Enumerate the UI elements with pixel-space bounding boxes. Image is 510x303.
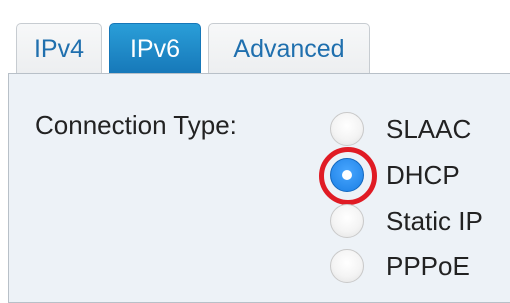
static-ip-radio[interactable] — [330, 204, 364, 238]
dhcp-radio[interactable] — [319, 147, 377, 205]
slaac-radio[interactable] — [330, 112, 364, 146]
tab-bar: IPv4 IPv6 Advanced — [0, 0, 510, 75]
option-slaac[interactable]: SLAAC — [330, 109, 510, 149]
option-static-ip[interactable]: Static IP — [330, 201, 510, 241]
tab-ipv4[interactable]: IPv4 — [16, 23, 102, 75]
slaac-label: SLAAC — [386, 113, 472, 144]
pppoe-label: PPPoE — [386, 250, 470, 281]
option-dhcp[interactable]: DHCP — [319, 147, 510, 205]
tab-advanced[interactable]: Advanced — [208, 23, 370, 75]
static-ip-label: Static IP — [386, 205, 483, 236]
option-pppoe[interactable]: PPPoE — [330, 246, 510, 286]
pppoe-radio[interactable] — [330, 249, 364, 283]
tab-ipv6[interactable]: IPv6 — [109, 23, 201, 75]
highlight-ring — [319, 147, 377, 205]
dhcp-label: DHCP — [386, 159, 460, 190]
connection-type-label: Connection Type: — [35, 110, 237, 140]
